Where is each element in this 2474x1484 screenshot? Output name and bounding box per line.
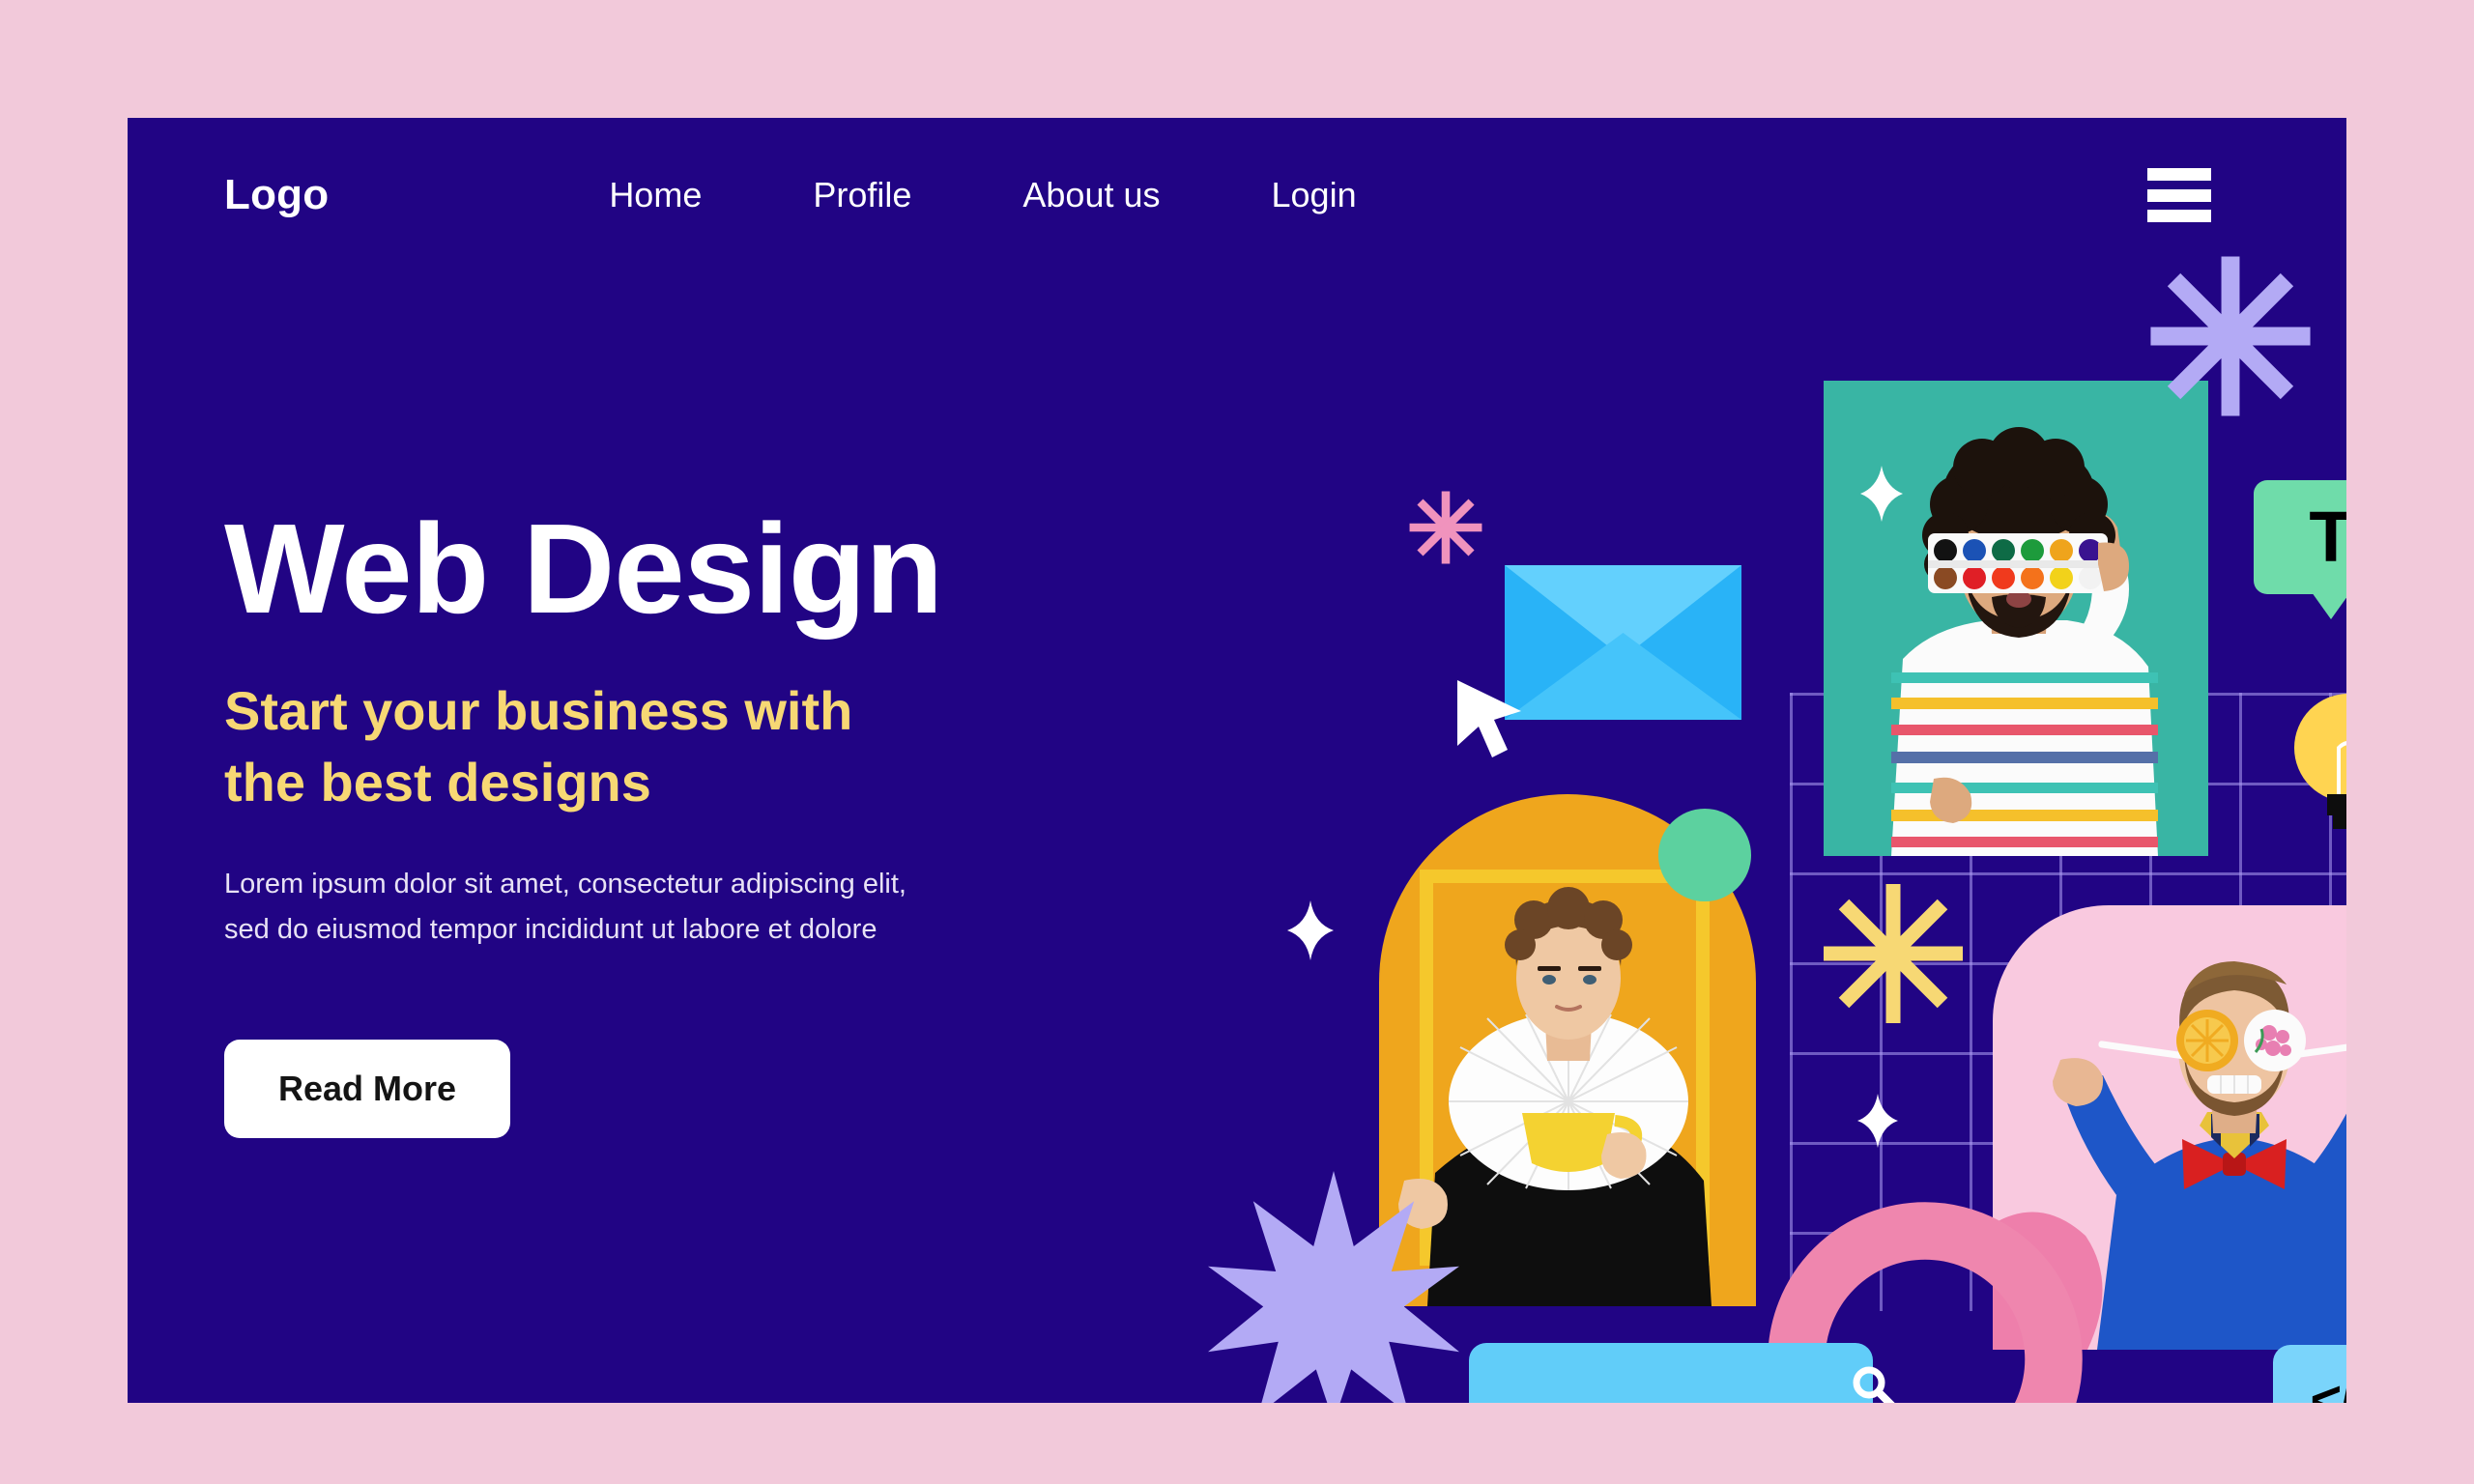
hamburger-bar — [2147, 168, 2211, 181]
read-more-button[interactable]: Read More — [224, 1040, 511, 1139]
hero-subtitle: Start your business with the best design… — [224, 675, 1307, 818]
text-tool-bubble-body: T — [2254, 480, 2346, 594]
page-root: Logo Home Profile About us Login Web Des… — [0, 0, 2474, 1484]
hamburger-bar — [2147, 188, 2211, 202]
code-chip-label: </> — [2310, 1368, 2346, 1404]
hero-card: Logo Home Profile About us Login Web Des… — [128, 118, 2346, 1403]
hero-copy: Web Design Start your business with the … — [224, 498, 1307, 1139]
search-input[interactable] — [1498, 1372, 1847, 1403]
hero-subtitle-line-1: Start your business with — [224, 679, 853, 741]
hero-paragraph-line-2: sed do eiusmod tempor incididunt ut labo… — [224, 914, 877, 946]
asterisk-pink-icon — [1409, 491, 1482, 564]
hamburger-bar — [2147, 210, 2211, 222]
logo[interactable]: Logo — [224, 171, 329, 219]
green-circle-shape — [1658, 809, 1751, 901]
code-chip[interactable]: </> — [2273, 1345, 2346, 1403]
bubble-tail — [2312, 592, 2346, 619]
asterisk-purple-icon — [2150, 256, 2311, 416]
hero-subtitle-line-2: the best designs — [224, 751, 651, 813]
lightbulb-icon — [2294, 694, 2346, 829]
nav-link-login[interactable]: Login — [1272, 175, 1357, 215]
text-tool-label: T — [2309, 497, 2346, 577]
sparkle-icon — [1857, 1094, 1898, 1148]
nav-link-about-us[interactable]: About us — [1022, 175, 1160, 215]
photo-paint-palette-man — [1824, 381, 2208, 856]
hero-paragraph-line-1: Lorem ipsum dolor sit amet, consectetur … — [224, 869, 906, 900]
search-icon[interactable] — [1847, 1361, 1901, 1404]
cursor-arrow-icon — [1457, 680, 1521, 757]
hero-paragraph: Lorem ipsum dolor sit amet, consectetur … — [224, 862, 1055, 953]
navbar: Logo Home Profile About us Login — [128, 118, 2346, 272]
nav-link-home[interactable]: Home — [609, 175, 702, 215]
nav-links: Home Profile About us Login — [609, 175, 1356, 215]
hamburger-menu-icon[interactable] — [2147, 168, 2211, 222]
sparkle-icon — [1860, 466, 1903, 522]
page-title: Web Design — [224, 498, 943, 640]
envelope-icon — [1505, 565, 1741, 720]
star-burst-icon — [1208, 1171, 1459, 1403]
text-tool-bubble[interactable]: T — [2254, 480, 2346, 619]
nav-link-profile[interactable]: Profile — [813, 175, 911, 215]
asterisk-yellow-icon — [1824, 884, 1963, 1023]
search-bar[interactable] — [1469, 1343, 1896, 1403]
